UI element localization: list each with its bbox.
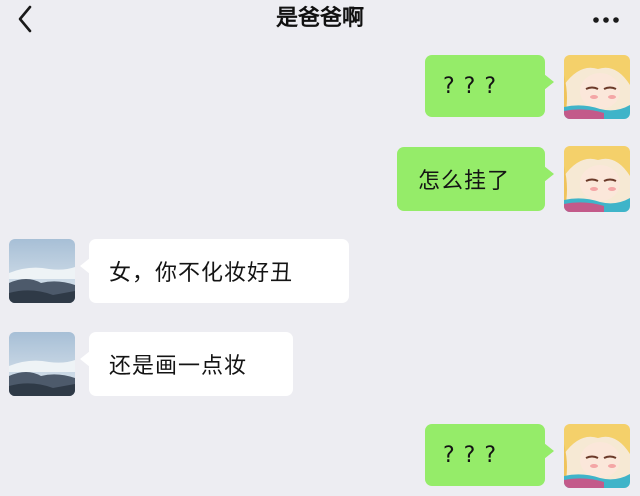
back-button[interactable] [8,2,44,36]
message-text: 还是画一点妆 [109,354,248,379]
anime-girl-avatar-icon [564,55,630,119]
chat-screen: 是爸爸啊 ? ? ? 怎么挂了 女，你不化妆好丑 还是画一点妆 ? ? ? [0,0,640,496]
landscape-avatar-icon [9,239,75,303]
message-bubble-sent[interactable]: ? ? ? [425,424,554,486]
message-bubble-received[interactable]: 还是画一点妆 [80,332,293,396]
more-button[interactable] [586,6,626,34]
anime-girl-avatar-icon [564,424,630,488]
message-text: ? ? ? [443,73,498,99]
contact-avatar[interactable] [9,332,75,396]
landscape-avatar-icon [9,332,75,396]
my-avatar[interactable] [564,424,630,488]
message-text: ? ? ? [443,442,498,468]
message-text: 女，你不化妆好丑 [109,261,294,286]
message-text: 怎么挂了 [418,169,511,194]
ellipsis-icon [593,17,619,23]
contact-avatar[interactable] [9,239,75,303]
message-bubble-received[interactable]: 女，你不化妆好丑 [80,239,349,303]
my-avatar[interactable] [564,146,630,212]
chat-header: 是爸爸啊 [0,0,640,40]
chevron-left-icon [18,5,32,33]
message-bubble-sent[interactable]: ? ? ? [425,55,554,117]
message-bubble-sent[interactable]: 怎么挂了 [397,147,554,211]
anime-girl-avatar-icon [564,146,630,212]
my-avatar[interactable] [564,55,630,119]
chat-title: 是爸爸啊 [275,6,364,31]
